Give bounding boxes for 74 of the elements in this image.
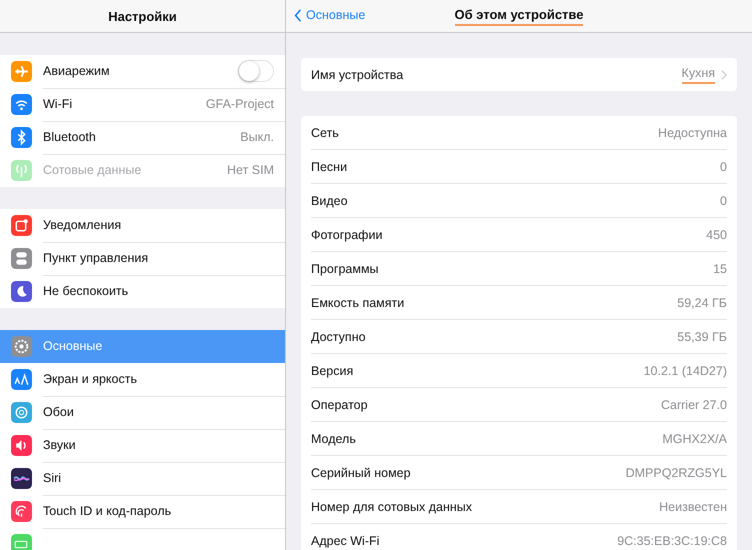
row-label: Емкость памяти	[311, 296, 404, 310]
row-value: Carrier 27.0	[661, 398, 727, 412]
switches-icon	[11, 248, 32, 269]
speaker-icon	[11, 435, 32, 456]
settings-label: Обои	[43, 405, 74, 419]
settings-label: Основные	[43, 339, 102, 353]
flower-icon	[11, 402, 32, 423]
row-label: Серийный номер	[311, 466, 411, 480]
settings-label: Не беспокоить	[43, 284, 128, 298]
moon-icon	[11, 281, 32, 302]
settings-label: Пункт управления	[43, 251, 148, 265]
settings-value: Нет SIM	[227, 163, 274, 177]
settings-label: Звуки	[43, 438, 76, 452]
gear-icon	[11, 336, 32, 357]
text-size-icon	[11, 369, 32, 390]
settings-label: Экран и яркость	[43, 372, 137, 386]
settings-item[interactable]: Уведомления	[0, 209, 285, 242]
row-label: Модель	[311, 432, 356, 446]
bluetooth-icon	[11, 127, 32, 148]
settings-label: Bluetooth	[43, 130, 96, 144]
row-value: Неизвестен	[659, 500, 727, 514]
settings-item[interactable]: Wi-Fi GFA-Project	[0, 88, 285, 121]
settings-item[interactable]: Экран и яркость	[0, 363, 285, 396]
row-label: Имя устройства	[311, 68, 404, 82]
settings-label: Wi-Fi	[43, 97, 72, 111]
settings-item[interactable]: Bluetooth Выкл.	[0, 121, 285, 154]
settings-label: Сотовые данные	[43, 163, 142, 177]
row-value: 0	[720, 194, 727, 208]
row-value: 450	[706, 228, 727, 242]
settings-label: Touch ID и код-пароль	[43, 504, 172, 518]
back-chevron-icon	[294, 8, 302, 22]
row-value: MGHX2X/A	[662, 432, 727, 446]
settings-item[interactable]: Не беспокоить	[0, 275, 285, 308]
row-label: Видео	[311, 194, 348, 208]
toggle-switch[interactable]	[238, 60, 274, 82]
sidebar-title: Настройки	[108, 8, 177, 24]
device-name-value: Кухня	[682, 66, 715, 84]
row-value: 15	[713, 262, 727, 276]
antenna-icon	[11, 160, 32, 181]
airplane-icon	[11, 61, 32, 82]
siri-icon	[11, 468, 32, 489]
settings-value: Выкл.	[240, 130, 274, 144]
chevron-icon	[721, 70, 727, 80]
row-value: 55,39 ГБ	[677, 330, 727, 344]
settings-item[interactable]: Авиарежим	[0, 55, 285, 88]
settings-label: Уведомления	[43, 218, 122, 232]
row-value: 9C:35:EB:3C:19:C8	[617, 534, 727, 548]
settings-value: GFA-Project	[206, 97, 274, 111]
settings-item[interactable]: Пункт управления	[0, 242, 285, 275]
settings-item[interactable]: Touch ID и код-пароль	[0, 495, 285, 528]
settings-item[interactable]: Siri	[0, 462, 285, 495]
row-label: Версия	[311, 364, 354, 378]
row-label: Сеть	[311, 126, 339, 140]
row-value: DMPPQ2RZG5YL	[626, 466, 727, 480]
device-name-row[interactable]: Имя устройства Кухня	[301, 58, 737, 91]
row-label: Адрес Wi-Fi	[311, 534, 380, 548]
settings-item[interactable]: Обои	[0, 396, 285, 429]
row-value: 59,24 ГБ	[677, 296, 727, 310]
row-label: Песни	[311, 160, 348, 174]
row-label: Оператор	[311, 398, 368, 412]
settings-label: Авиарежим	[43, 64, 110, 78]
row-label: Доступно	[311, 330, 366, 344]
wifi-icon	[11, 94, 32, 115]
row-label: Фотографии	[311, 228, 382, 242]
row-value: 0	[720, 160, 727, 174]
settings-label: Siri	[43, 471, 62, 485]
page-title: Об этом устройстве	[454, 6, 584, 26]
row-label: Программы	[311, 262, 379, 276]
row-value: Недоступна	[658, 126, 727, 140]
row-label: Номер для сотовых данных	[311, 500, 472, 514]
fingerprint-icon	[11, 501, 32, 522]
settings-item[interactable]: Звуки	[0, 429, 285, 462]
notifications-icon	[11, 215, 32, 236]
row-value: 10.2.1 (14D27)	[644, 364, 727, 378]
